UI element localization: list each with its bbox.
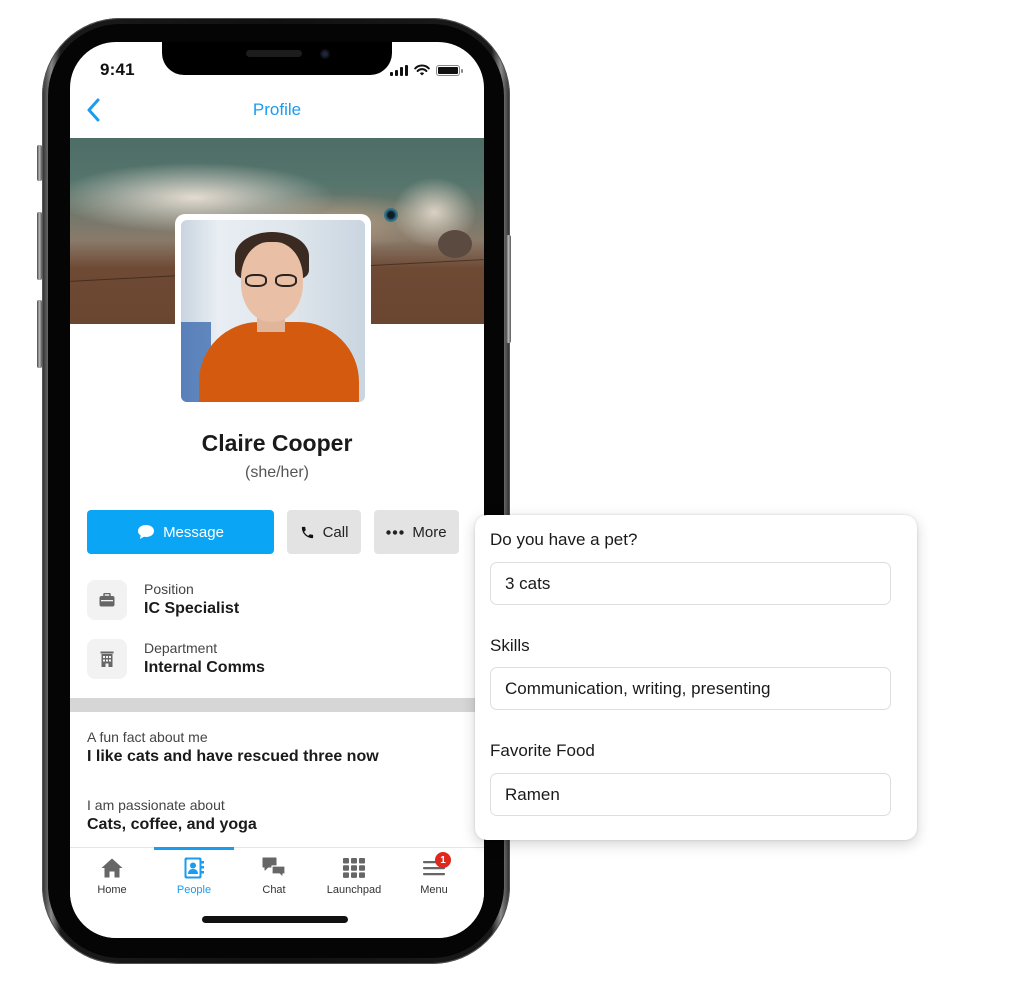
silent-switch <box>37 145 42 181</box>
briefcase-icon <box>99 593 115 607</box>
skills-field[interactable] <box>490 667 891 710</box>
tab-chat[interactable]: Chat <box>234 848 314 900</box>
detail-value: Internal Comms <box>144 659 265 676</box>
detail-value: IC Specialist <box>144 600 240 617</box>
tab-active-indicator <box>154 847 234 850</box>
tab-home[interactable]: Home <box>72 848 152 900</box>
more-button[interactable]: More <box>374 510 459 554</box>
tab-indicator <box>234 847 314 850</box>
tab-icon-wrap: 1 <box>423 852 451 879</box>
fact-label: A fun fact about me <box>87 729 208 745</box>
wifi-icon <box>414 64 430 76</box>
tab-label: Chat <box>262 884 286 896</box>
tab-indicator <box>394 847 474 850</box>
building-icon <box>100 651 114 667</box>
cover-cat-eye <box>384 208 398 222</box>
tab-indicator <box>72 847 152 850</box>
avatar-shirt <box>199 322 359 402</box>
message-button-label: Message <box>163 523 224 541</box>
volume-down-button <box>37 300 42 368</box>
section-divider <box>70 698 484 712</box>
chat-bubbles-icon <box>262 857 286 879</box>
favorite-food-field-label: Favorite Food <box>490 741 595 760</box>
favorite-food-field[interactable] <box>490 773 891 816</box>
fact-item: I am passionate about Cats, coffee, and … <box>87 796 257 836</box>
tab-indicator <box>314 847 394 850</box>
volume-up-button <box>37 212 42 280</box>
ellipsis-icon <box>386 529 405 535</box>
fact-label: I am passionate about <box>87 797 225 813</box>
cellular-signal-icon <box>390 64 408 76</box>
tab-icon-wrap <box>343 857 365 879</box>
speech-bubble-icon <box>138 525 155 539</box>
profile-actions: Message Call More <box>87 510 459 554</box>
profile-pronouns: (she/her) <box>244 464 310 481</box>
avatar-glasses <box>245 274 301 288</box>
tab-icon-wrap <box>184 857 204 879</box>
navigation-bar: Profile <box>70 88 484 138</box>
message-button[interactable]: Message <box>87 510 274 554</box>
call-button[interactable]: Call <box>287 510 361 554</box>
pet-field-label: Do you have a pet? <box>490 530 638 549</box>
status-icons <box>390 64 463 76</box>
speaker-grille <box>246 50 302 57</box>
contacts-book-icon <box>184 857 204 879</box>
detail-department: Department Internal Comms <box>87 639 265 679</box>
profile-fields-card: Do you have a pet? Skills Favorite Food <box>475 515 917 840</box>
page-title: Profile <box>252 100 302 119</box>
detail-text: Department Internal Comms <box>144 639 265 679</box>
power-button <box>506 235 511 343</box>
tab-bar: Home People Chat Launchpad 1 Menu <box>70 847 484 938</box>
call-button-label: Call <box>322 523 349 541</box>
front-camera <box>320 49 330 59</box>
more-button-label: More <box>412 523 447 541</box>
tab-menu[interactable]: 1 Menu <box>394 848 474 900</box>
detail-position: Position IC Specialist <box>87 580 239 620</box>
tab-label: Home <box>97 884 127 896</box>
phone-screen: 9:41 Profile Claire Cooper (she/her) Mes… <box>70 42 484 938</box>
tab-icon-wrap <box>101 857 123 879</box>
tab-label: Menu <box>420 884 448 896</box>
avatar-photo <box>181 220 365 402</box>
detail-label: Position <box>144 581 194 597</box>
tab-launchpad[interactable]: Launchpad <box>314 848 394 900</box>
detail-icon-container <box>87 580 127 620</box>
fact-value: Cats, coffee, and yoga <box>87 816 257 833</box>
profile-name: Claire Cooper <box>201 430 353 456</box>
skills-field-label: Skills <box>490 636 530 655</box>
detail-label: Department <box>144 640 218 656</box>
detail-text: Position IC Specialist <box>144 580 239 620</box>
cover-cat-paw <box>438 230 472 258</box>
tab-label: People <box>176 884 212 896</box>
home-icon <box>101 858 123 878</box>
tab-icon-wrap <box>262 857 286 879</box>
avatar[interactable] <box>175 214 371 408</box>
tab-people[interactable]: People <box>154 847 234 900</box>
notch <box>162 42 392 75</box>
battery-icon <box>436 64 463 76</box>
home-indicator[interactable] <box>202 916 348 923</box>
grid-icon <box>343 858 365 878</box>
fact-value: I like cats and have rescued three now <box>87 748 379 765</box>
tab-label: Launchpad <box>326 884 382 896</box>
pet-field[interactable] <box>490 562 891 605</box>
phone-icon <box>301 526 313 538</box>
detail-icon-container <box>87 639 127 679</box>
status-time: 9:41 <box>100 60 135 79</box>
fact-item: A fun fact about me I like cats and have… <box>87 728 379 768</box>
notification-badge: 1 <box>435 852 451 868</box>
